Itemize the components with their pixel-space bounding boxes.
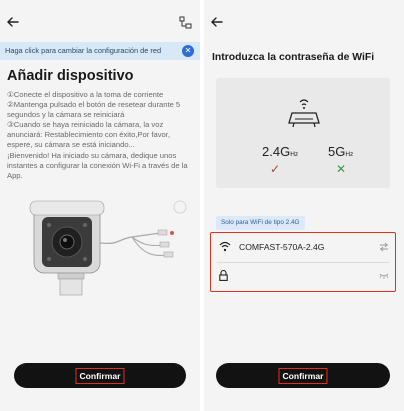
instruction-welcome: ¡Bienvenido! Ha iniciado su cámara, dedi… — [7, 150, 188, 180]
add-device-screen: Haga click para cambiar la configuración… — [0, 0, 200, 411]
instruction-step-3: ③Cuando se haya reiniciado la cámara, la… — [7, 120, 170, 150]
band-unit: Hz — [290, 151, 299, 158]
camera-icon — [29, 200, 187, 296]
ssid-field[interactable]: COMFAST-570A-2.4G — [211, 233, 395, 262]
router-icon — [288, 99, 320, 128]
instruction-step-2: ②Mantenga pulsado el botón de resetear d… — [7, 100, 181, 120]
camera-illustration — [0, 195, 200, 315]
wifi-form: COMFAST-570A-2.4G — [210, 232, 396, 292]
wifi-type-tag: Solo para WiFi de tipo 2.4G — [216, 216, 305, 230]
confirm-button[interactable]: Confirmar — [14, 363, 186, 388]
band-2-4ghz-value: 2.4G — [262, 144, 291, 159]
notice-text[interactable]: Haga click para cambiar la configuración… — [5, 46, 161, 55]
back-button[interactable] — [210, 12, 230, 32]
arrow-left-icon — [7, 17, 19, 27]
wifi-icon — [219, 241, 231, 252]
header — [0, 12, 200, 36]
band-2-4ghz: 2.4GHz — [262, 144, 298, 159]
instruction-step-1: ①Conecte el dispositivo a la toma de cor… — [7, 90, 164, 99]
arrow-left-icon — [211, 17, 223, 27]
back-button[interactable] — [6, 12, 26, 32]
check-icon: ✓ — [270, 162, 281, 176]
band-5ghz-value: 5G — [328, 144, 346, 159]
cross-icon: ✕ — [336, 162, 347, 176]
password-field[interactable] — [211, 262, 395, 291]
eye-closed-icon[interactable] — [379, 273, 389, 279]
wifi-password-screen: Introduzca la contraseña de WiFi 2.4GHz … — [204, 0, 404, 411]
band-unit: Hz — [345, 151, 354, 158]
swap-icon[interactable] — [379, 242, 389, 252]
network-notice-banner[interactable]: Haga click para cambiar la configuración… — [0, 42, 200, 60]
frequency-card: 2.4GHz 5GHz ✓ ✕ — [216, 78, 390, 188]
network-switch-icon[interactable] — [178, 16, 192, 30]
lock-icon — [219, 270, 228, 281]
instructions: ①Conecte el dispositivo a la toma de cor… — [7, 90, 197, 181]
page-title: Introduzca la contraseña de WiFi — [212, 52, 375, 63]
ssid-value: COMFAST-570A-2.4G — [239, 242, 325, 252]
confirm-button[interactable]: Confirmar — [216, 363, 390, 388]
confirm-button-label: Confirmar — [278, 367, 328, 384]
confirm-button-label: Confirmar — [75, 367, 125, 384]
close-icon[interactable]: ✕ — [182, 45, 194, 57]
password-input[interactable] — [237, 268, 367, 284]
band-5ghz: 5GHz — [328, 144, 353, 159]
page-title: Añadir dispositivo — [7, 68, 134, 84]
